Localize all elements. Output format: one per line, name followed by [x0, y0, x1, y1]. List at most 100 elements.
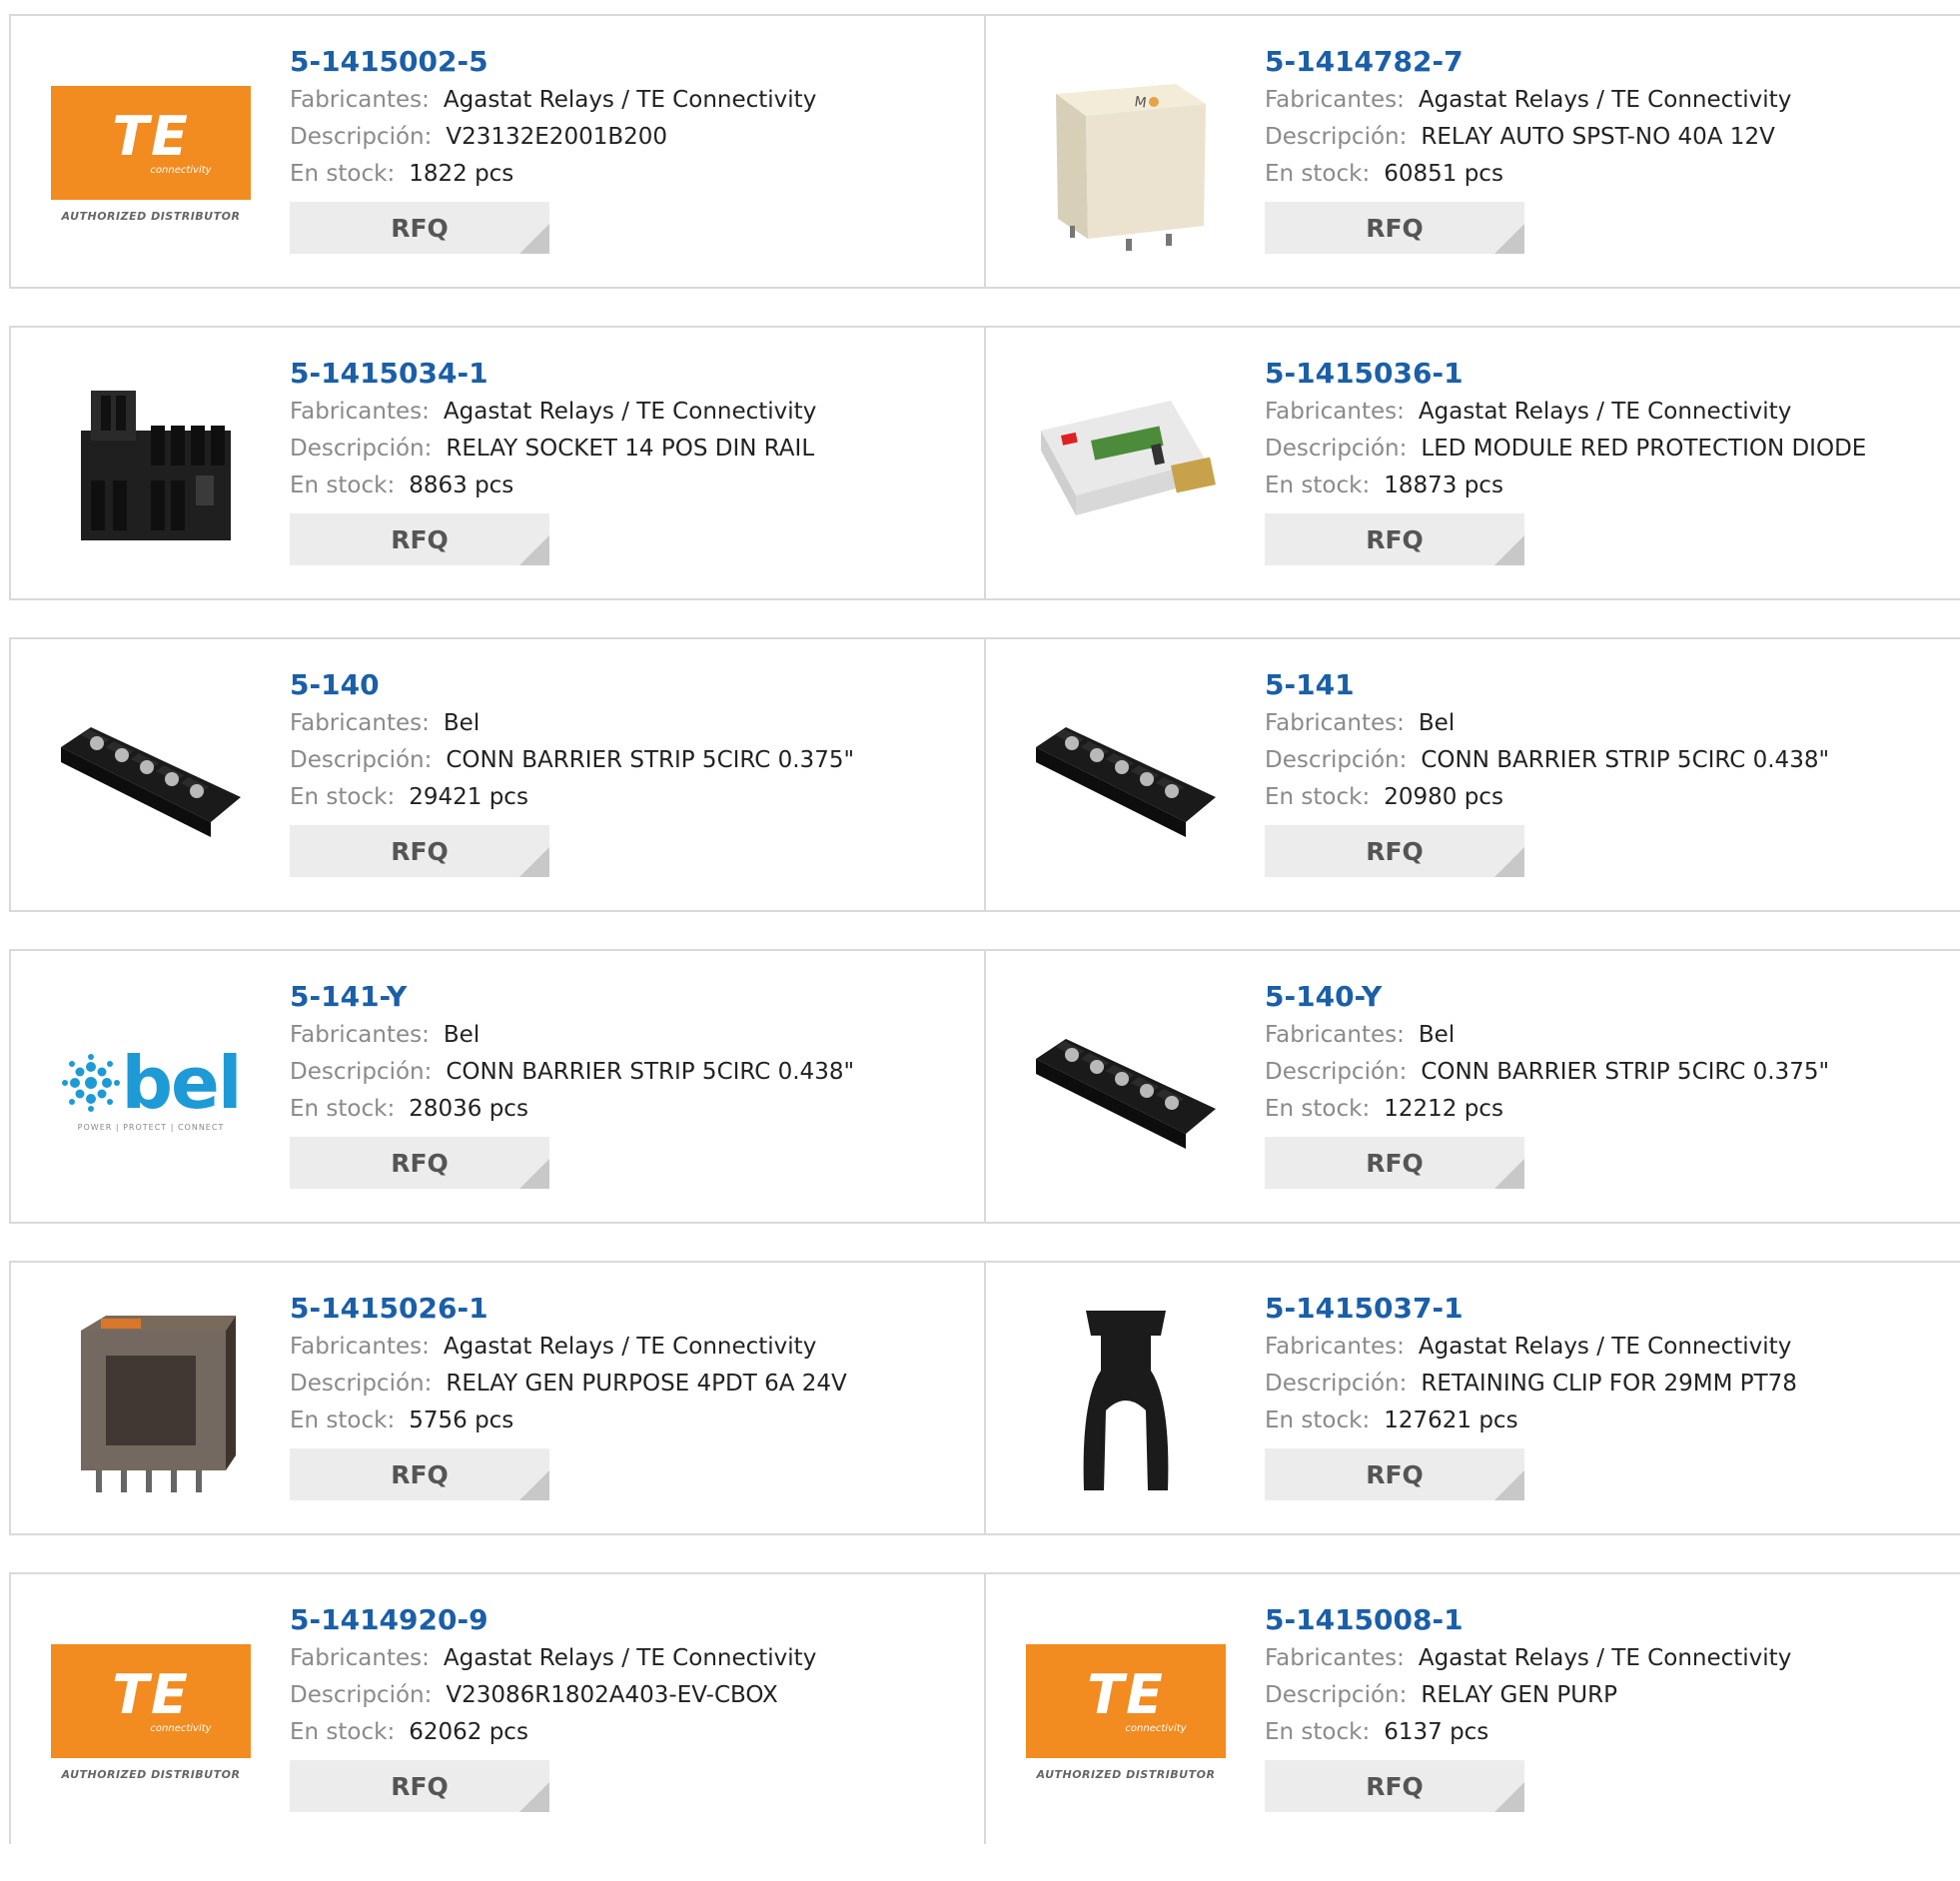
- part-number-link[interactable]: 5-1415034-1: [290, 356, 969, 392]
- stock-label: En stock:: [1265, 161, 1371, 187]
- stock-label: En stock:: [290, 1096, 396, 1122]
- rfq-label: RFQ: [391, 1148, 449, 1178]
- product-card: 5-1415037-1 Fabricantes: Agastat Relays / …: [986, 1263, 1960, 1533]
- product-info: 5-1415034-1 Fabricantes: Agastat Relays / …: [290, 356, 969, 565]
- part-number-link[interactable]: 5-1415036-1: [1265, 356, 1944, 392]
- relay-cube-icon: M: [1056, 84, 1206, 251]
- rfq-label: RFQ: [1366, 1771, 1424, 1801]
- product-card: 5-140-Y Fabricantes: Bel Descripción: CONN B…: [986, 951, 1960, 1222]
- product-image[interactable]: TE connectivity AUTHORIZED DISTRIBUTOR: [51, 54, 251, 254]
- rfq-label: RFQ: [1366, 524, 1424, 554]
- rfq-button[interactable]: RFQ: [290, 1448, 549, 1500]
- product-card: M 5-1414782-7 Fabricantes: Agastat Relays …: [986, 16, 1960, 287]
- product-image[interactable]: TE connectivity AUTHORIZED DISTRIBUTOR: [1026, 1612, 1226, 1812]
- rfq-button[interactable]: RFQ: [1265, 1760, 1524, 1812]
- product-image[interactable]: [51, 366, 251, 565]
- rfq-button[interactable]: RFQ: [1265, 825, 1524, 877]
- part-number-link[interactable]: 5-140-Y: [1265, 979, 1944, 1015]
- rfq-button[interactable]: RFQ: [290, 1760, 549, 1812]
- product-image[interactable]: TE connectivity AUTHORIZED DISTRIBUTOR: [51, 1612, 251, 1812]
- description-value: CONN BARRIER STRIP 5CIRC 0.375": [446, 747, 855, 773]
- part-number-link[interactable]: 5-1414782-7: [1265, 44, 1944, 80]
- product-card: TE connectivity AUTHORIZED DISTRIBUTOR 5…: [9, 16, 986, 287]
- manufacturer-line: Fabricantes: Agastat Relays / TE Connecti…: [290, 1640, 969, 1677]
- te-logo-subtitle: connectivity: [150, 1723, 212, 1734]
- stock-value: 28036 pcs: [409, 1096, 528, 1122]
- description-value: RELAY GEN PURP: [1421, 1682, 1617, 1708]
- relay-clear-icon: [81, 1316, 236, 1492]
- product-row: TE connectivity AUTHORIZED DISTRIBUTOR 5…: [9, 14, 1960, 289]
- manufacturer-line: Fabricantes: Agastat Relays / TE Connecti…: [290, 1329, 969, 1366]
- rfq-button[interactable]: RFQ: [290, 513, 549, 565]
- description-value: CONN BARRIER STRIP 5CIRC 0.438": [446, 1059, 855, 1085]
- part-number-link[interactable]: 5-1415037-1: [1265, 1291, 1944, 1327]
- product-image[interactable]: [1026, 1301, 1226, 1500]
- description-label: Descripción:: [290, 436, 433, 462]
- rfq-corner-decoration: [519, 847, 549, 877]
- description-line: Descripción: LED MODULE RED PROTECTION DI…: [1265, 431, 1944, 468]
- rfq-button[interactable]: RFQ: [1265, 513, 1524, 565]
- manufacturer-label: Fabricantes:: [290, 1334, 430, 1360]
- rfq-label: RFQ: [1366, 1459, 1424, 1489]
- part-number-link[interactable]: 5-140: [290, 667, 969, 703]
- stock-value: 12212 pcs: [1384, 1096, 1503, 1122]
- rfq-label: RFQ: [391, 836, 449, 866]
- part-number-link[interactable]: 5-1415026-1: [290, 1291, 969, 1327]
- stock-value: 5756 pcs: [409, 1408, 514, 1433]
- product-image[interactable]: [51, 1301, 251, 1500]
- description-value: LED MODULE RED PROTECTION DIODE: [1421, 436, 1867, 462]
- authorized-distributor-label: AUTHORIZED DISTRIBUTOR: [61, 1767, 241, 1781]
- manufacturer-label: Fabricantes:: [290, 399, 430, 425]
- stock-label: En stock:: [1265, 1719, 1371, 1745]
- product-card: 5-1415026-1 Fabricantes: Agastat Relays / …: [9, 1263, 986, 1533]
- bel-sphere-icon: [62, 1053, 121, 1112]
- rfq-corner-decoration: [519, 535, 549, 565]
- product-image[interactable]: [51, 677, 251, 877]
- manufacturer-line: Fabricantes: Bel: [290, 1017, 969, 1054]
- product-image[interactable]: M: [1026, 54, 1226, 254]
- description-value: V23132E2001B200: [446, 124, 668, 150]
- stock-line: En stock: 127621 pcs: [1265, 1403, 1944, 1439]
- description-line: Descripción: CONN BARRIER STRIP 5CIRC 0.4…: [290, 1054, 969, 1091]
- rfq-button[interactable]: RFQ: [1265, 1137, 1524, 1189]
- product-image[interactable]: [1026, 989, 1226, 1189]
- product-image[interactable]: bel POWER | PROTECT | CONNECT: [51, 989, 251, 1189]
- rfq-button[interactable]: RFQ: [290, 1137, 549, 1189]
- manufacturer-value: Agastat Relays / TE Connectivity: [1418, 1645, 1792, 1671]
- rfq-button[interactable]: RFQ: [290, 202, 549, 254]
- rfq-corner-decoration: [519, 1159, 549, 1189]
- te-logo-text: TE: [1087, 1663, 1165, 1726]
- product-card: TE connectivity AUTHORIZED DISTRIBUTOR 5…: [9, 1574, 986, 1844]
- rfq-button[interactable]: RFQ: [1265, 202, 1524, 254]
- te-logo: TE connectivity AUTHORIZED DISTRIBUTOR: [1026, 1643, 1226, 1781]
- rfq-button[interactable]: RFQ: [1265, 1448, 1524, 1500]
- description-line: Descripción: V23086R1802A403-EV-CBOX: [290, 1677, 969, 1714]
- stock-line: En stock: 29421 pcs: [290, 779, 969, 816]
- part-number-link[interactable]: 5-1415002-5: [290, 44, 969, 80]
- product-image[interactable]: [1026, 677, 1226, 877]
- rfq-label: RFQ: [391, 1459, 449, 1489]
- product-card: bel POWER | PROTECT | CONNECT 5-141-Y Fab…: [9, 951, 986, 1222]
- description-label: Descripción:: [1265, 1371, 1408, 1397]
- te-logo-text: TE: [112, 1663, 190, 1726]
- product-image[interactable]: [1026, 366, 1226, 565]
- part-number-link[interactable]: 5-141: [1265, 667, 1944, 703]
- manufacturer-value: Agastat Relays / TE Connectivity: [443, 87, 817, 113]
- description-line: Descripción: CONN BARRIER STRIP 5CIRC 0.4…: [1265, 742, 1944, 779]
- rfq-corner-decoration: [519, 1470, 549, 1500]
- rfq-corner-decoration: [1494, 1470, 1524, 1500]
- manufacturer-value: Bel: [1418, 710, 1456, 736]
- stock-value: 60851 pcs: [1384, 161, 1503, 187]
- svg-text:M: M: [1133, 94, 1147, 112]
- part-number-link[interactable]: 5-1415008-1: [1265, 1602, 1944, 1638]
- stock-value: 8863 pcs: [409, 472, 514, 498]
- rfq-corner-decoration: [1494, 847, 1524, 877]
- manufacturer-line: Fabricantes: Agastat Relays / TE Connecti…: [290, 394, 969, 431]
- manufacturer-value: Agastat Relays / TE Connectivity: [443, 399, 817, 425]
- rfq-corner-decoration: [1494, 1159, 1524, 1189]
- rfq-button[interactable]: RFQ: [290, 825, 549, 877]
- description-value: CONN BARRIER STRIP 5CIRC 0.375": [1421, 1059, 1830, 1085]
- part-number-link[interactable]: 5-1414920-9: [290, 1602, 969, 1638]
- rfq-label: RFQ: [1366, 213, 1424, 243]
- part-number-link[interactable]: 5-141-Y: [290, 979, 969, 1015]
